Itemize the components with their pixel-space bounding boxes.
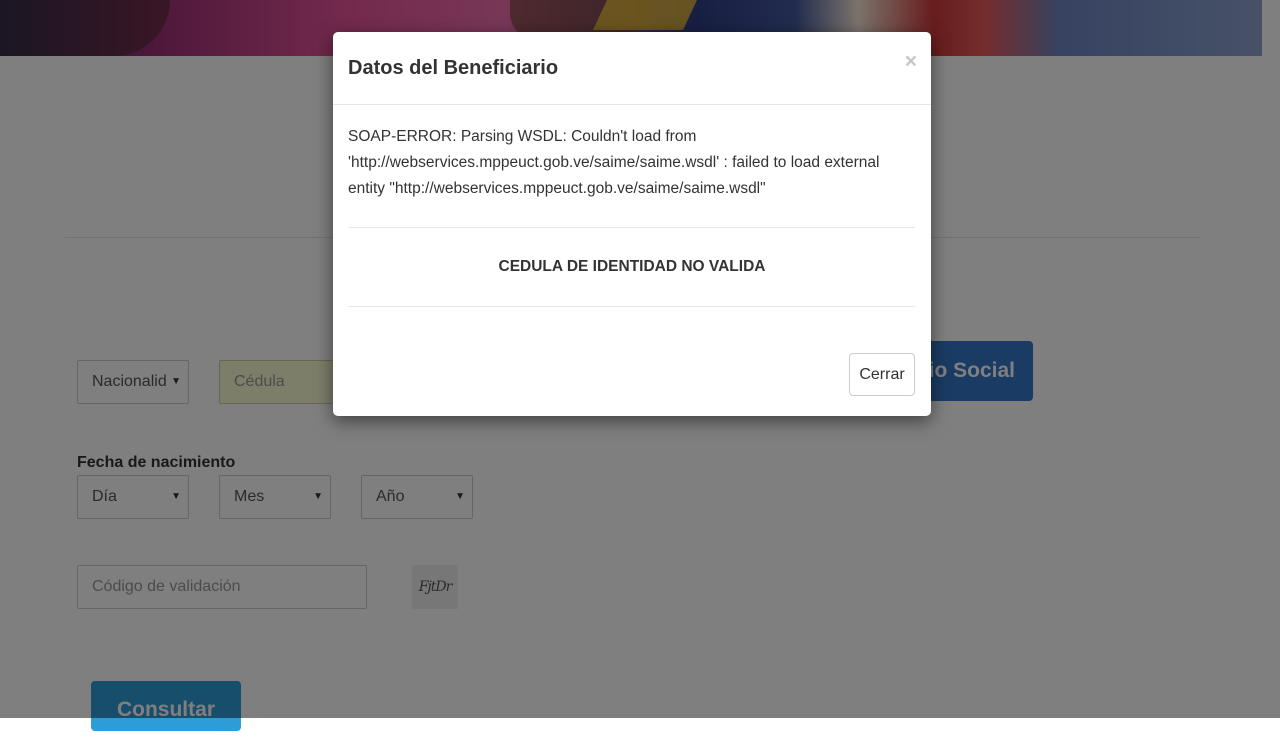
beneficiario-modal: Datos del Beneficiario × SOAP-ERROR: Par… (333, 32, 931, 416)
modal-title: Datos del Beneficiario (348, 57, 559, 79)
modal-divider (348, 306, 915, 307)
invalid-cedula-message: CEDULA DE IDENTIDAD NO VALIDA (498, 258, 766, 275)
error-message: SOAP-ERROR: Parsing WSDL: Couldn't load … (348, 128, 880, 197)
page: Nacionalid ▼ Cédula orio Social Fecha de… (0, 0, 1280, 731)
modal-divider (348, 227, 915, 228)
cerrar-button[interactable]: Cerrar (849, 353, 915, 396)
modal-header: Datos del Beneficiario × (333, 32, 931, 105)
close-icon[interactable]: × (905, 50, 917, 74)
